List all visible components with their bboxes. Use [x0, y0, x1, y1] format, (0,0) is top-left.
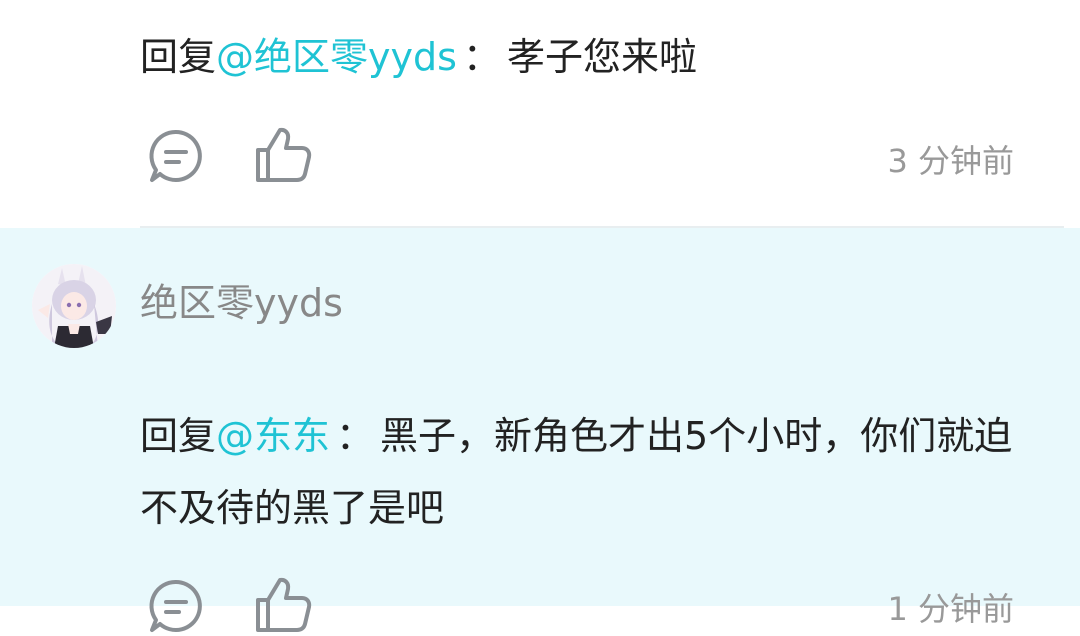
mention-link[interactable]: @绝区零yyds	[216, 35, 457, 79]
reply-prefix: 回复	[140, 414, 217, 458]
user-avatar[interactable]	[32, 264, 116, 348]
reply-colon: ：	[462, 35, 501, 79]
reply-body: 孝子您来啦	[506, 35, 697, 79]
reply-colon: ：	[336, 414, 375, 458]
comment-card-1: 回复@绝区零yyds：孝子您来啦 3 分钟前	[0, 0, 1080, 228]
comment-icon[interactable]	[146, 126, 206, 186]
username[interactable]: 绝区零yyds	[140, 272, 343, 327]
timestamp: 3 分钟前	[887, 142, 1014, 180]
reply-content[interactable]: 回复@东东：黑子，新角色才出5个小时，你们就迫不及待的黑了是吧	[140, 400, 1020, 544]
reply-content[interactable]: 回复@绝区零yyds：孝子您来啦	[140, 22, 697, 92]
reply-prefix: 回复	[140, 35, 217, 79]
thumbs-up-icon[interactable]	[252, 124, 314, 186]
timestamp: 1 分钟前	[887, 590, 1014, 628]
comment-icon[interactable]	[146, 576, 206, 636]
thumbs-up-icon[interactable]	[252, 574, 314, 636]
mention-link[interactable]: @东东	[216, 414, 330, 458]
